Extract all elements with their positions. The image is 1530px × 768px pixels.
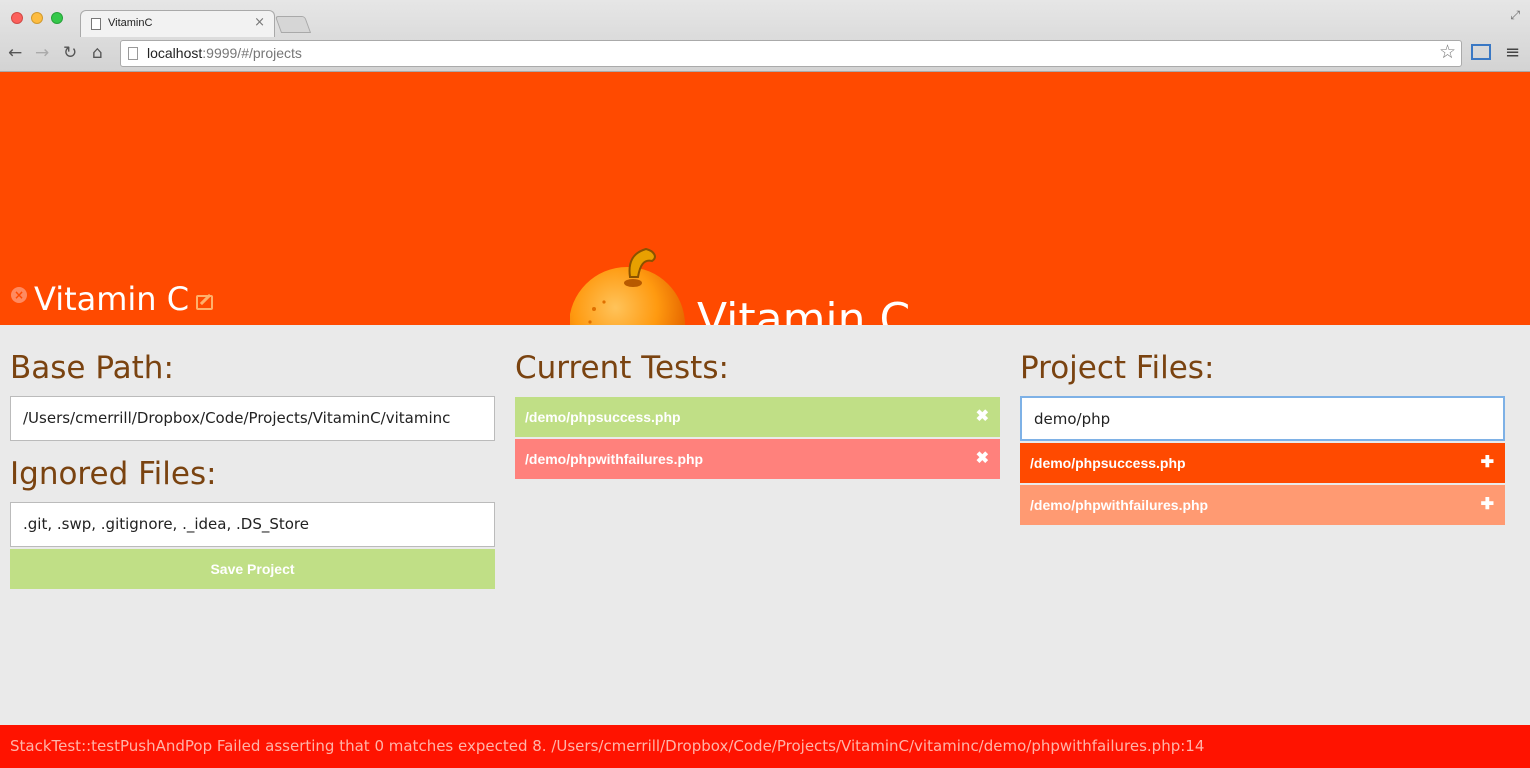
file-path: /demo/phpwithfailures.php bbox=[1030, 497, 1209, 513]
remove-project-icon[interactable]: × bbox=[11, 287, 27, 303]
edit-project-icon[interactable] bbox=[196, 295, 213, 310]
fullscreen-icon[interactable]: ⤢ bbox=[1510, 8, 1520, 23]
logo-text: Vitamin C bbox=[697, 294, 911, 325]
window-zoom-button[interactable] bbox=[51, 12, 63, 24]
page-icon bbox=[91, 18, 101, 30]
remove-test-icon[interactable]: ✖ bbox=[976, 439, 989, 479]
add-test-icon[interactable]: ✚ bbox=[1481, 443, 1494, 483]
browser-tab[interactable]: VitaminC × bbox=[80, 10, 275, 37]
test-failure-status-bar: StackTest::testPushAndPop Failed asserti… bbox=[0, 725, 1530, 768]
new-tab-button[interactable] bbox=[274, 16, 312, 33]
project-name: Vitamin C bbox=[34, 280, 190, 318]
app-header: × Vitamin C Vitamin C bbox=[0, 72, 1530, 325]
home-icon[interactable]: ⌂ bbox=[92, 42, 103, 64]
test-path: /demo/phpwithfailures.php bbox=[525, 451, 704, 467]
project-files-heading: Project Files: bbox=[1020, 350, 1215, 386]
back-arrow-icon[interactable]: ← bbox=[8, 42, 22, 64]
ignored-files-input[interactable]: .git, .swp, .gitignore, ._idea, .DS_Stor… bbox=[10, 502, 495, 547]
page-icon bbox=[128, 47, 138, 60]
url-host: localhost bbox=[147, 45, 203, 61]
reload-icon[interactable]: ↻ bbox=[63, 42, 77, 64]
base-path-heading: Base Path: bbox=[10, 350, 174, 386]
ignored-files-heading: Ignored Files: bbox=[10, 456, 217, 492]
test-path: /demo/phpsuccess.php bbox=[525, 409, 681, 425]
base-path-input[interactable]: /Users/cmerrill/Dropbox/Code/Projects/Vi… bbox=[10, 396, 495, 441]
test-row-fail[interactable]: /demo/phpwithfailures.php ✖ bbox=[515, 439, 1000, 479]
project-file-row[interactable]: /demo/phpwithfailures.php ✚ bbox=[1020, 485, 1505, 525]
cast-icon[interactable] bbox=[1471, 44, 1491, 60]
file-path: /demo/phpsuccess.php bbox=[1030, 455, 1186, 471]
address-bar[interactable]: localhost:9999/#/projects ☆ bbox=[120, 40, 1462, 67]
orange-logo-icon bbox=[570, 247, 685, 325]
tab-title: VitaminC bbox=[108, 17, 153, 29]
current-tests-heading: Current Tests: bbox=[515, 350, 729, 386]
project-file-row[interactable]: /demo/phpsuccess.php ✚ bbox=[1020, 443, 1505, 483]
project-files-search-input[interactable]: demo/php bbox=[1020, 396, 1505, 441]
add-test-icon[interactable]: ✚ bbox=[1481, 485, 1494, 525]
menu-icon[interactable]: ≡ bbox=[1505, 42, 1520, 63]
url-path: :9999/#/projects bbox=[202, 45, 302, 61]
window-close-button[interactable] bbox=[11, 12, 23, 24]
save-project-button[interactable]: Save Project bbox=[10, 549, 495, 589]
tab-close-icon[interactable]: × bbox=[254, 15, 265, 30]
test-row-pass[interactable]: /demo/phpsuccess.php ✖ bbox=[515, 397, 1000, 437]
window-minimize-button[interactable] bbox=[31, 12, 43, 24]
url-text[interactable]: localhost:9999/#/projects bbox=[147, 45, 302, 61]
forward-arrow-icon[interactable]: → bbox=[35, 42, 49, 64]
bookmark-star-icon[interactable]: ☆ bbox=[1439, 41, 1456, 63]
browser-chrome: VitaminC × ⤢ ← → ↻ ⌂ localhost:9999/#/pr… bbox=[0, 0, 1530, 72]
remove-test-icon[interactable]: ✖ bbox=[976, 397, 989, 437]
